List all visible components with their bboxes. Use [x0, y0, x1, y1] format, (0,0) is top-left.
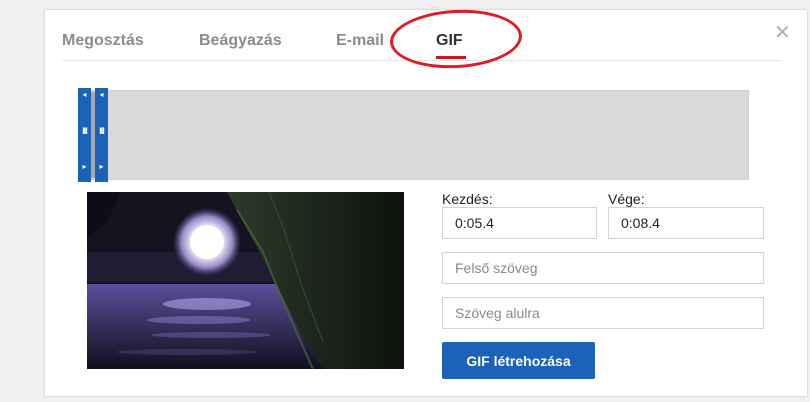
trim-end-handle[interactable]: ◂ III ▸ [95, 88, 108, 182]
create-gif-button[interactable]: GIF létrehozása [442, 342, 595, 379]
active-tab-indicator [436, 56, 466, 59]
grip-icon: III [82, 126, 88, 136]
moon-cave-thumbnail [87, 192, 404, 369]
arrow-left-icon: ◂ [82, 90, 87, 99]
gif-timeline[interactable] [80, 90, 749, 180]
tab-divider [62, 60, 782, 61]
tab-email[interactable]: E-mail [336, 32, 384, 50]
start-label: Kezdés: [442, 191, 493, 207]
bottom-text-input[interactable] [442, 297, 764, 329]
close-icon[interactable]: ✕ [774, 20, 791, 45]
grip-icon: III [99, 126, 105, 136]
tab-embed[interactable]: Beágyazás [199, 32, 282, 50]
tab-share[interactable]: Megosztás [62, 32, 144, 50]
arrow-right-icon: ▸ [99, 162, 104, 171]
start-time-input[interactable] [442, 207, 597, 239]
end-time-input[interactable] [608, 207, 764, 239]
end-label: Vége: [608, 191, 645, 207]
arrow-left-icon: ◂ [99, 90, 104, 99]
trim-start-handle[interactable]: ◂ III ▸ [78, 88, 91, 182]
arrow-right-icon: ▸ [82, 162, 87, 171]
top-text-input[interactable] [442, 252, 764, 284]
gif-preview [87, 192, 404, 369]
tab-gif[interactable]: GIF [436, 32, 463, 50]
